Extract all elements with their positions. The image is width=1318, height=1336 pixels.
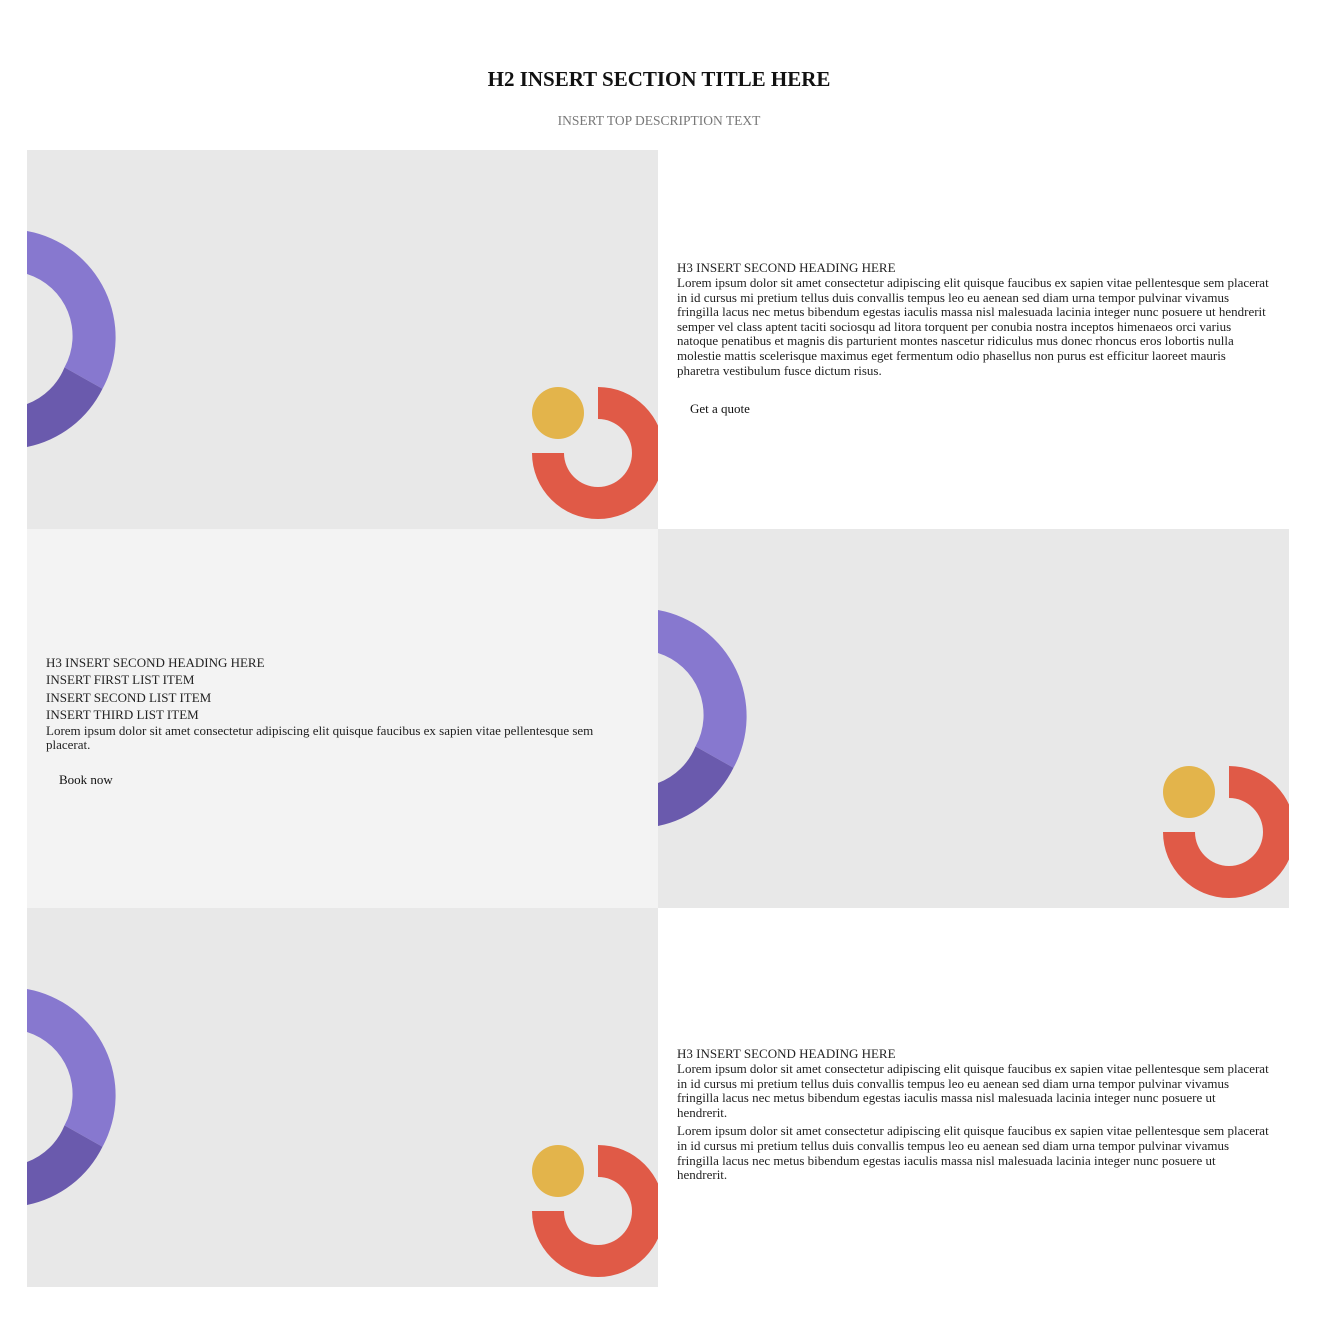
abstract-shapes-graphic <box>27 231 658 519</box>
list-item: INSERT FIRST LIST ITEM <box>46 672 195 687</box>
yellow-dot-shape <box>532 1145 584 1197</box>
purple-ring-shape <box>27 989 116 1205</box>
purple-ring-light-segment <box>27 231 116 389</box>
yellow-dot-shape <box>532 387 584 439</box>
row-paragraph: Lorem ipsum dolor sit amet consectetur a… <box>46 722 594 753</box>
row-heading: H3 INSERT SECOND HEADING HERE <box>46 655 265 670</box>
row-heading: H3 INSERT SECOND HEADING HERE <box>677 1046 896 1061</box>
feature-row-1: H3 INSERT SECOND HEADING HERE Lorem ipsu… <box>27 150 1289 529</box>
feature-list: INSERT FIRST LIST ITEM INSERT SECOND LIS… <box>46 671 638 724</box>
content-panel-2: H3 INSERT SECOND HEADING HERE INSERT FIR… <box>27 529 658 908</box>
decorative-illustration <box>27 908 658 1287</box>
section-description: INSERT TOP DESCRIPTION TEXT <box>557 113 761 128</box>
feature-row-3: H3 INSERT SECOND HEADING HERE Lorem ipsu… <box>27 908 1289 1287</box>
abstract-shapes-graphic <box>658 610 1289 898</box>
section-title: H2 INSERT SECTION TITLE HERE <box>487 67 831 91</box>
content-block: H3 INSERT SECOND HEADING HERE Lorem ipsu… <box>677 1045 1269 1187</box>
decorative-illustration <box>27 150 658 529</box>
list-item: INSERT THIRD LIST ITEM <box>46 707 199 722</box>
purple-ring-light-segment <box>27 989 116 1147</box>
abstract-shapes-graphic <box>27 989 658 1277</box>
content-panel-1: H3 INSERT SECOND HEADING HERE Lorem ipsu… <box>658 150 1289 529</box>
feature-row-2: H3 INSERT SECOND HEADING HERE INSERT FIR… <box>27 529 1289 908</box>
purple-ring-light-segment <box>658 610 747 768</box>
row-paragraph: Lorem ipsum dolor sit amet consectetur a… <box>677 1123 1269 1183</box>
row-heading: H3 INSERT SECOND HEADING HERE <box>677 260 896 275</box>
purple-ring-shape <box>27 231 116 447</box>
content-panel-3: H3 INSERT SECOND HEADING HERE Lorem ipsu… <box>658 908 1289 1287</box>
row-paragraph: Lorem ipsum dolor sit amet consectetur a… <box>677 1061 1269 1120</box>
list-item: INSERT SECOND LIST ITEM <box>46 689 212 705</box>
yellow-dot-shape <box>1163 766 1215 818</box>
purple-ring-shape <box>658 610 747 826</box>
content-block: H3 INSERT SECOND HEADING HERE Lorem ipsu… <box>677 259 1269 420</box>
decorative-illustration <box>658 529 1289 908</box>
row-paragraph: Lorem ipsum dolor sit amet consectetur a… <box>677 275 1269 378</box>
get-quote-button[interactable]: Get a quote <box>677 398 763 420</box>
book-now-button[interactable]: Book now <box>46 769 126 791</box>
content-block: H3 INSERT SECOND HEADING HERE INSERT FIR… <box>46 654 638 791</box>
